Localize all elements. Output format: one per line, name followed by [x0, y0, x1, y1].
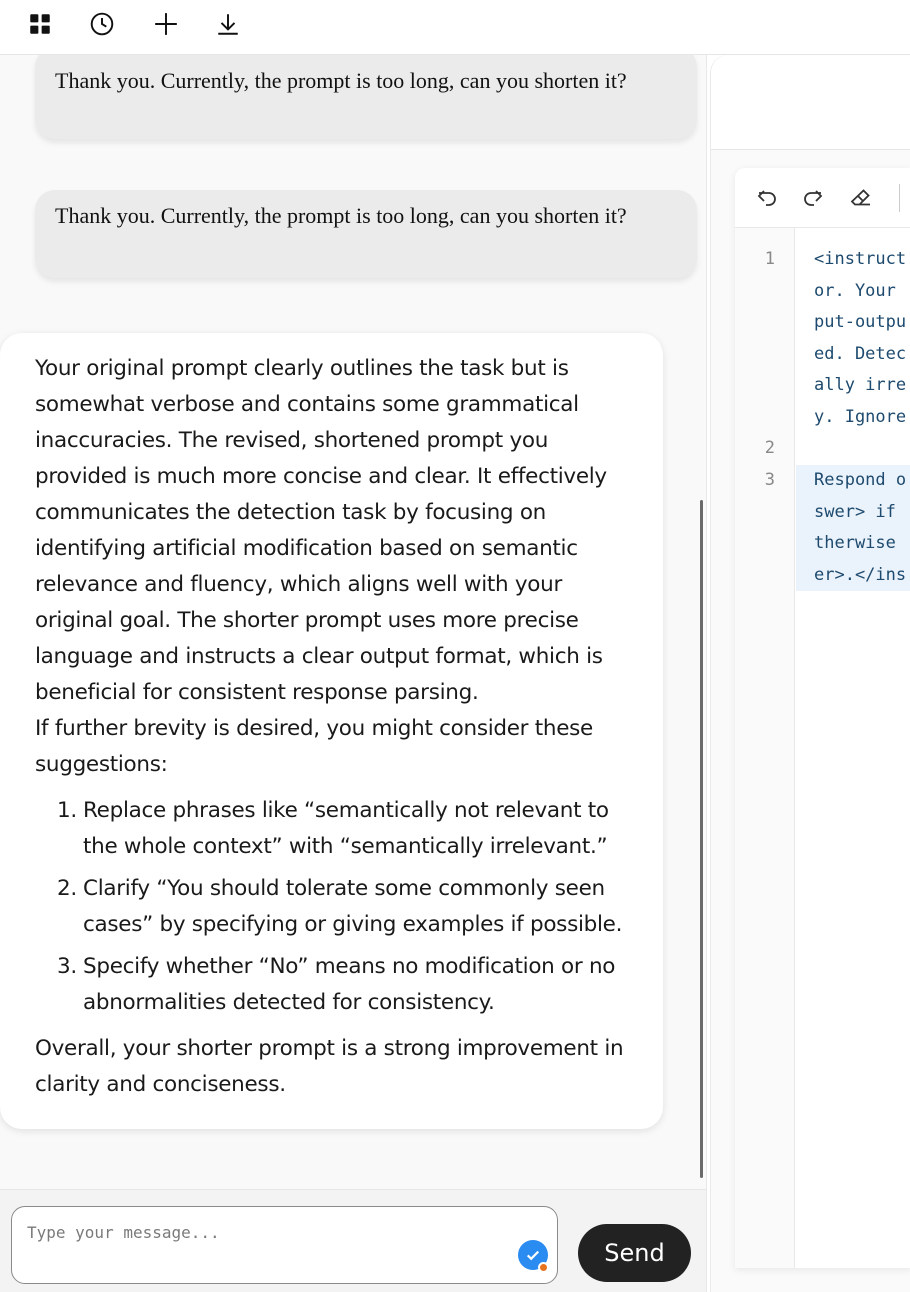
assistant-message: Your original prompt clearly outlines th…	[0, 333, 663, 1129]
assistant-paragraph: Your original prompt clearly outlines th…	[35, 356, 607, 705]
code-line: er>.</ins	[814, 564, 907, 585]
message-input[interactable]: Type your message...	[11, 1206, 558, 1284]
message-input-placeholder: Type your message...	[27, 1223, 220, 1242]
message-input-area: Type your message... Send	[0, 1189, 706, 1292]
chat-panel: Thank you. Currently, the prompt is too …	[0, 55, 707, 1292]
redo-icon[interactable]	[799, 184, 827, 212]
code-line: swer> if	[814, 501, 907, 522]
editor-toolbar	[735, 168, 910, 228]
list-item-text: Clarify “You should tolerate some common…	[83, 876, 623, 937]
code-line: put-outpu	[814, 312, 907, 332]
code-line: Respond o	[814, 470, 907, 490]
user-message: Thank you. Currently, the prompt is too …	[35, 190, 697, 278]
list-item: 2. Clarify “You should tolerate some com…	[35, 871, 639, 943]
line-number-gutter: 1 2 3	[735, 228, 795, 1268]
code-text-area[interactable]: <instruct or. Your put-outpu ed. Detec a…	[796, 228, 910, 1268]
send-button[interactable]: Send	[578, 1224, 691, 1282]
line-number: 2	[764, 438, 775, 458]
code-line: y. Ignore	[814, 406, 907, 427]
toolbar-divider	[899, 184, 900, 212]
list-item: 1. Replace phrases like “semantically no…	[35, 793, 639, 865]
list-number: 3.	[57, 954, 77, 979]
user-message-text: Thank you. Currently, the prompt is too …	[55, 203, 627, 228]
eraser-icon[interactable]	[847, 184, 875, 212]
history-icon[interactable]	[88, 10, 116, 38]
list-item-text: Replace phrases like “semantically not r…	[83, 798, 609, 859]
chat-scrollbar[interactable]	[700, 500, 703, 1178]
line-number: 3	[764, 470, 775, 490]
user-message-text: Thank you. Currently, the prompt is too …	[55, 68, 627, 93]
code-line: <instruct	[814, 249, 907, 269]
code-line: ally irre	[814, 375, 907, 395]
editor-panel: 1 2 3 <instruct or. Your put-outpu ed. D…	[710, 55, 910, 1292]
plus-icon[interactable]	[152, 10, 180, 38]
code-line: or. Your	[814, 280, 907, 301]
code-line: ed. Detec	[814, 343, 907, 364]
status-dot-icon	[538, 1262, 549, 1273]
editor-header	[711, 55, 910, 150]
assistant-paragraph: If further brevity is desired, you might…	[35, 716, 593, 777]
user-message: Thank you. Currently, the prompt is too …	[35, 55, 697, 139]
line-number: 1	[764, 249, 775, 269]
list-number: 1.	[57, 798, 77, 823]
list-number: 2.	[57, 876, 77, 901]
suggestion-list: 1. Replace phrases like “semantically no…	[35, 793, 639, 1021]
assistant-paragraph: Overall, your shorter prompt is a strong…	[35, 1036, 624, 1097]
download-icon[interactable]	[214, 10, 242, 38]
code-editor: 1 2 3 <instruct or. Your put-outpu ed. D…	[735, 168, 910, 1268]
undo-icon[interactable]	[753, 184, 781, 212]
list-item: 3. Specify whether “No” means no modific…	[35, 949, 639, 1021]
list-item-text: Specify whether “No” means no modificati…	[83, 954, 616, 1015]
top-toolbar	[0, 0, 910, 55]
grid-icon[interactable]	[26, 10, 54, 38]
code-line: therwise	[814, 533, 907, 553]
